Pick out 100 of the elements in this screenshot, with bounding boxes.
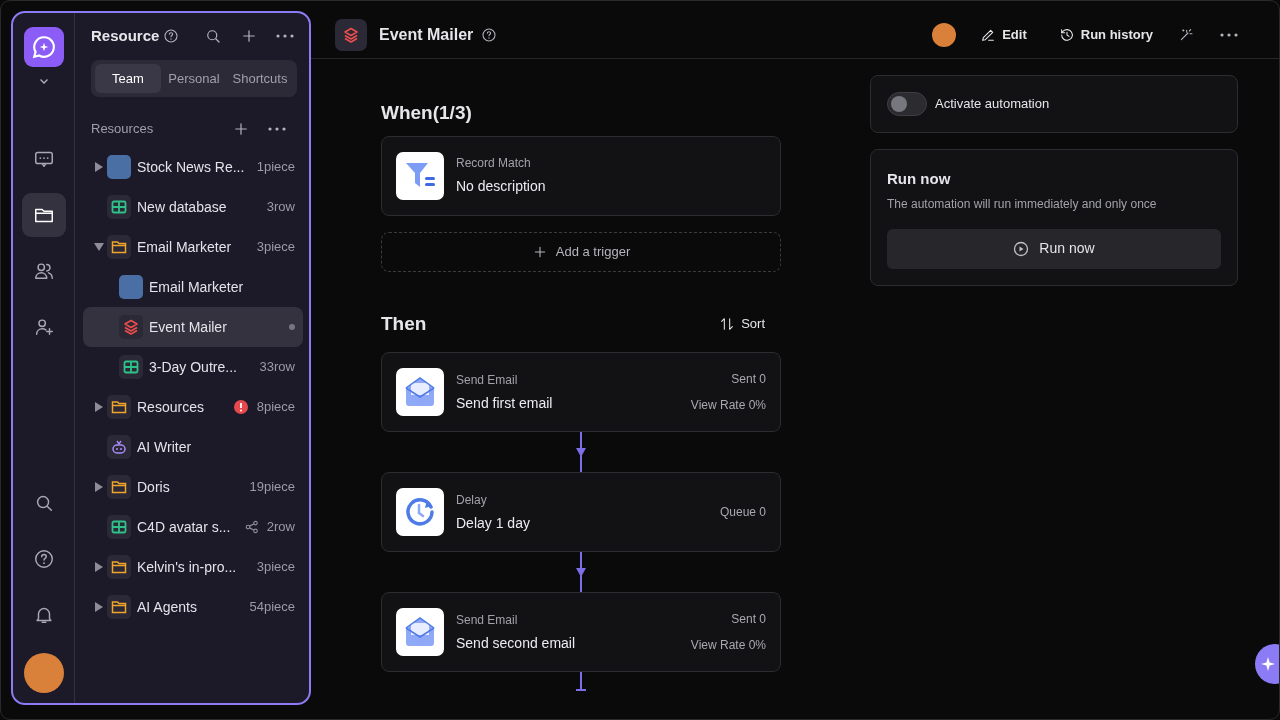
caret-right-icon[interactable] (94, 402, 104, 412)
people-icon (32, 260, 55, 282)
tree-item[interactable]: New database 3row (83, 187, 303, 227)
step-stat: Queue 0 (719, 504, 766, 521)
item-count: 1piece (256, 158, 295, 177)
folder-icon (111, 399, 127, 415)
item-count: 33row (259, 358, 295, 377)
step-card[interactable]: Record Match No description (381, 135, 781, 216)
run-now-button[interactable]: Run now (887, 228, 1221, 269)
item-name: Event Mailer (149, 317, 228, 337)
table-icon (111, 519, 127, 535)
item-count: 8piece (256, 398, 295, 417)
envelope-icon (403, 615, 437, 649)
item-name: AI Agents (137, 597, 198, 617)
folder-icon (111, 559, 127, 575)
app-logo[interactable] (23, 27, 64, 67)
item-name: Email Marketer (137, 237, 233, 257)
layers-icon (123, 319, 139, 335)
item-count: 2row (266, 518, 295, 537)
step-card[interactable]: Delay Delay 1 day Queue 0 (381, 472, 781, 552)
caret-right-icon[interactable] (94, 562, 104, 572)
magic-wand-icon (1178, 26, 1194, 43)
item-name: Kelvin's in-pro... (137, 557, 238, 577)
plus-icon (232, 120, 250, 138)
step-description: Delay 1 day (456, 513, 531, 533)
step-description: Send first email (456, 393, 554, 413)
more-button[interactable] (1219, 31, 1239, 38)
item-name: 3-Day Outre... (149, 357, 238, 377)
step-card[interactable]: Send Email Send second email Sent 0 View Rate 0% (381, 592, 781, 672)
item-count: 3row (266, 198, 295, 217)
folder-icon (111, 239, 127, 255)
rail-nav-button[interactable] (21, 193, 66, 237)
tree-item[interactable]: Stock News Re... 1piece (83, 147, 303, 187)
tree-item[interactable]: Resources 8piece (83, 387, 303, 427)
step-type: Send Email (456, 371, 519, 389)
caret-right-icon[interactable] (94, 602, 104, 612)
more-icon (1220, 32, 1238, 37)
step-stat: Sent 0 (730, 371, 766, 388)
tree-item[interactable]: Email Marketer (83, 267, 303, 307)
section-label: Resources (91, 120, 154, 139)
item-count: 3piece (256, 558, 295, 577)
sparkle-icon (1260, 656, 1276, 672)
more-button[interactable] (267, 126, 287, 132)
avatar-image (119, 275, 143, 299)
tab[interactable]: Team (95, 63, 161, 93)
item-name: Resources (137, 397, 205, 417)
item-count: 3piece (256, 238, 295, 257)
step-type: Record Match (456, 155, 532, 172)
page-title: Event Mailer (379, 24, 474, 45)
more-icon (276, 34, 294, 39)
history-icon (1058, 26, 1075, 43)
folder-icon (111, 599, 127, 615)
item-name: Stock News Re... (137, 157, 246, 177)
section-heading: When(1/3) (381, 101, 473, 125)
item-count: 19piece (249, 478, 295, 497)
status-dot (289, 324, 295, 330)
connector-arrow (575, 432, 587, 472)
play-icon (1013, 240, 1030, 257)
tree-item[interactable]: Doris 19piece (83, 467, 303, 507)
step-stat: View Rate 0% (690, 637, 766, 654)
toggle-label: Activate automation (935, 95, 1050, 114)
add-trigger-button[interactable]: Add a trigger (381, 231, 781, 272)
caret-down-icon[interactable] (94, 242, 104, 252)
tree-item[interactable]: C4D avatar s... 2row (83, 507, 303, 547)
section-heading: Then (381, 311, 427, 336)
tree-item[interactable]: AI Agents 54piece (83, 587, 303, 627)
tab[interactable]: Personal (161, 63, 227, 93)
header-button[interactable]: Edit (972, 20, 1035, 49)
tab[interactable]: Shortcuts (227, 63, 293, 93)
tree-item[interactable]: Kelvin's in-pro... 3piece (83, 547, 303, 587)
table-icon (123, 359, 139, 375)
step-stat: Sent 0 (730, 611, 766, 628)
item-name: AI Writer (137, 437, 193, 457)
connector-end (575, 672, 587, 692)
envelope-icon (403, 375, 437, 409)
more-button[interactable] (275, 33, 295, 40)
step-type: Send Email (456, 611, 519, 629)
tree-item[interactable]: Event Mailer (83, 307, 303, 347)
user-avatar[interactable] (23, 653, 64, 693)
sort-icon (719, 315, 736, 332)
help-icon (481, 26, 498, 43)
step-card[interactable]: Send Email Send first email Sent 0 View Rate 0% (381, 352, 781, 432)
tree-item[interactable]: Email Marketer 3piece (83, 227, 303, 267)
caret-right-icon[interactable] (94, 482, 104, 492)
step-type: Delay (456, 491, 488, 509)
avatar-image (107, 155, 131, 179)
step-description: No description (456, 177, 547, 196)
panel-title: Resource (91, 26, 160, 46)
card-description: The automation will run immediately and only once (887, 195, 1158, 213)
connector-arrow (575, 552, 587, 592)
item-name: Email Marketer (149, 277, 245, 297)
tree-item[interactable]: AI Writer (83, 427, 303, 467)
caret-right-icon[interactable] (94, 162, 104, 172)
table-icon (111, 199, 127, 215)
toggle-switch[interactable] (887, 92, 927, 116)
tree-item[interactable]: 3-Day Outre... 33row (83, 347, 303, 387)
header-button[interactable]: Run history (1050, 20, 1161, 49)
sort-button[interactable]: Sort (711, 310, 773, 338)
folder-icon (111, 479, 127, 495)
help-icon (163, 28, 180, 45)
